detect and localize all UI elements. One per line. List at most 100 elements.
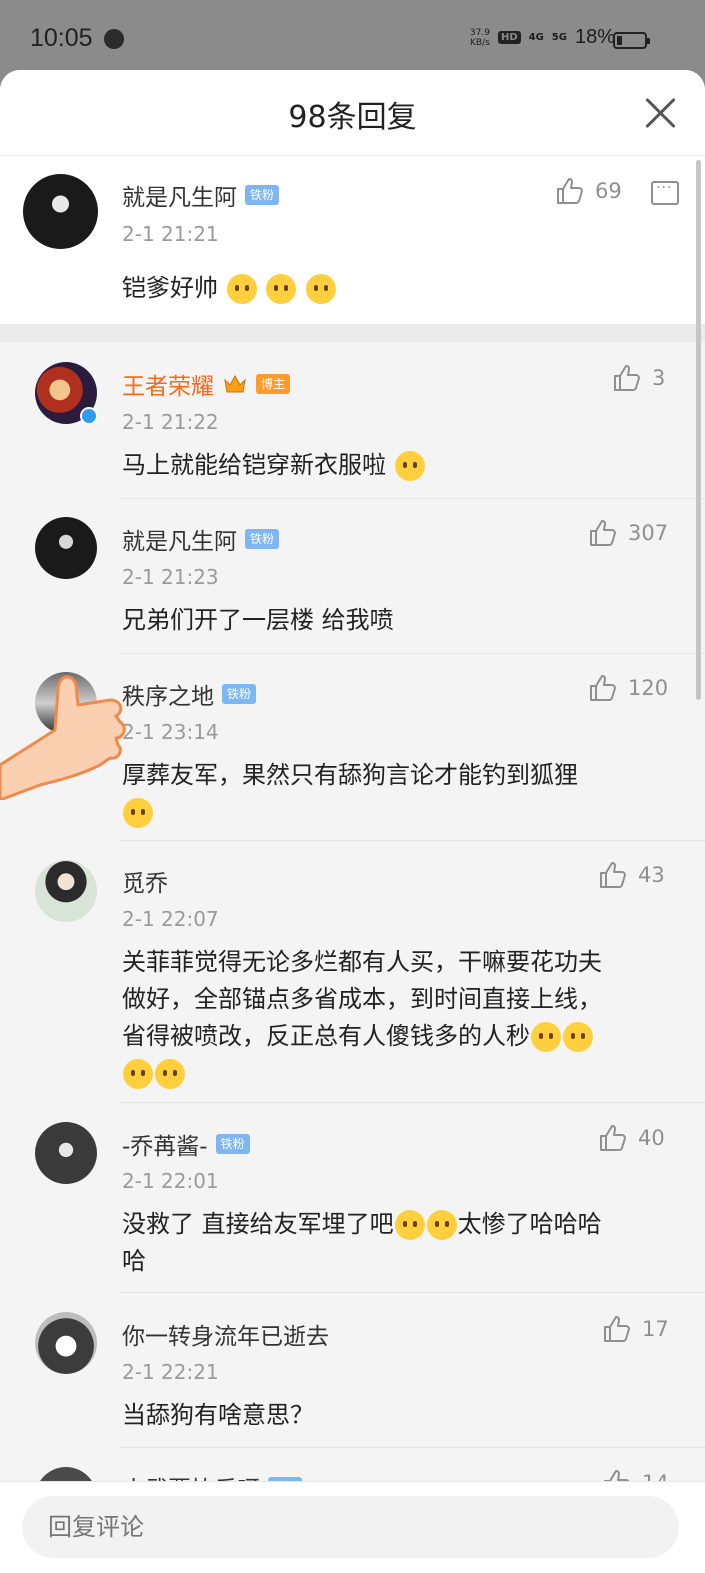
fan-badge: 铁粉: [245, 185, 280, 205]
reply-text-content: 太惨了哈哈哈: [457, 1210, 602, 1238]
like-button[interactable]: 43: [598, 860, 665, 890]
reply-author[interactable]: 秩序之地 铁粉: [122, 677, 257, 711]
reply-text-content: 省得被喷改，反正总有人傻钱多的人秒: [122, 1022, 530, 1050]
like-count: 17: [642, 1317, 669, 1341]
comment-text: 铠爹好帅: [122, 270, 337, 307]
like-count: 120: [628, 676, 669, 700]
author-name[interactable]: 王者荣耀: [122, 367, 214, 401]
reply-text-line: 省得被喷改，反正总有人傻钱多的人秒: [122, 1018, 682, 1055]
status-bar: 10:05 37.9 KB/s HD 4G 5G 18%: [0, 0, 705, 80]
reply-text: 当舔狗有啥意思？: [122, 1401, 314, 1429]
author-name[interactable]: 就是凡生阿: [122, 178, 237, 212]
avatar[interactable]: [23, 174, 98, 249]
reply-author[interactable]: 你一转身流年已逝去: [122, 1317, 329, 1351]
reply-time: 2-1 22:01: [122, 1169, 219, 1193]
emoji-icon: [226, 274, 257, 304]
reply-text: 关菲菲觉得无论多烂都有人买，干嘛要花功夫 做好，全部锚点多省成本，到时间直接上线…: [122, 944, 682, 1092]
battery-icon: [613, 32, 650, 49]
avatar[interactable]: [35, 1122, 97, 1184]
comment-time: 2-1 21:21: [122, 222, 219, 246]
reply-author[interactable]: 就是凡生阿 铁粉: [122, 522, 280, 556]
emoji-icon: [394, 451, 425, 481]
thumb-up-icon: [600, 1125, 626, 1151]
comment-author[interactable]: 就是凡生阿 铁粉: [122, 178, 280, 212]
reply-time: 2-1 21:23: [122, 565, 219, 589]
host-badge: 博主: [256, 374, 291, 394]
like-button[interactable]: 17: [602, 1314, 669, 1344]
avatar[interactable]: [35, 517, 97, 579]
speed-unit: KB/s: [470, 37, 490, 48]
like-button[interactable]: 40: [598, 1123, 665, 1153]
reply-text-content: 马上就能给铠穿新衣服啦: [122, 451, 386, 479]
reply-time: 2-1 22:21: [122, 1360, 219, 1384]
root-comment[interactable]: 就是凡生阿 铁粉 2-1 21:21 铠爹好帅 69: [0, 156, 705, 324]
like-button[interactable]: 120: [588, 673, 668, 703]
like-button[interactable]: 69: [555, 176, 622, 206]
thumb-up-icon: [590, 520, 616, 546]
author-name[interactable]: 就是凡生阿: [122, 522, 237, 556]
like-button[interactable]: 3: [612, 363, 665, 393]
divider: [120, 1292, 705, 1293]
app-notification-icon: [104, 29, 124, 49]
like-count: 40: [638, 1126, 665, 1150]
reply-author[interactable]: -乔苒酱- 铁粉: [122, 1127, 250, 1161]
emoji-icon: [155, 1059, 185, 1089]
verified-icon: [80, 407, 98, 425]
section-divider: [0, 324, 705, 342]
emoji-icon: [394, 1210, 425, 1240]
author-name[interactable]: 觅乔: [122, 864, 168, 898]
like-count: 3: [652, 366, 666, 390]
scrollbar[interactable]: [696, 160, 701, 700]
crown-icon: [224, 374, 246, 393]
emoji-icon: [563, 1022, 593, 1052]
emoji-icon: [305, 274, 336, 304]
divider: [120, 498, 705, 499]
author-name[interactable]: 你一转身流年已逝去: [122, 1317, 329, 1351]
signal-5g-icon: 5G: [551, 32, 567, 43]
thumbs-up-sticker-icon: [0, 675, 126, 800]
emoji-icon: [426, 1210, 457, 1240]
divider: [120, 1102, 705, 1103]
fan-badge: 铁粉: [222, 684, 257, 704]
reply-text-line: 做好，全部锚点多省成本，到时间直接上线，: [122, 985, 602, 1013]
thumb-up-icon: [600, 862, 626, 888]
reply-text: 没救了 直接给友军埋了吧 太惨了哈哈哈 哈: [122, 1206, 682, 1280]
reply-text: 兄弟们开了一层楼 给我喷: [122, 606, 394, 634]
signal-4g-icon: 4G: [528, 32, 544, 43]
emoji-icon: [123, 798, 153, 828]
reply-time: 2-1 23:14: [122, 720, 219, 744]
close-icon[interactable]: [643, 96, 677, 130]
divider: [120, 840, 705, 841]
reply-text-line: 关菲菲觉得无论多烂都有人买，干嘛要花功夫: [122, 948, 602, 976]
reply-input[interactable]: [22, 1496, 679, 1558]
reply-author[interactable]: 觅乔: [122, 864, 168, 898]
author-name[interactable]: 秩序之地: [122, 677, 214, 711]
divider: [120, 1447, 705, 1448]
hd-icon: HD: [497, 31, 521, 44]
author-name[interactable]: -乔苒酱-: [122, 1127, 208, 1161]
sheet-title: 98条回复: [288, 100, 417, 135]
fan-badge: 铁粉: [215, 1134, 250, 1154]
reply-author[interactable]: 王者荣耀 博主: [122, 367, 291, 401]
battery-percent: 18%: [574, 26, 615, 48]
reply-text-content: 厚葬友军，果然只有舔狗言论才能钓到狐狸: [122, 761, 578, 789]
divider: [120, 653, 705, 654]
reply-text: 厚葬友军，果然只有舔狗言论才能钓到狐狸: [122, 757, 682, 831]
thumb-up-icon: [557, 178, 583, 204]
status-indicators: 37.9 KB/s HD 4G 5G 18%: [470, 26, 615, 49]
emoji-icon: [531, 1022, 561, 1052]
reply-bar: [0, 1481, 705, 1573]
reply-time: 2-1 22:07: [122, 907, 219, 931]
comment-text-content: 铠爹好帅: [122, 274, 218, 302]
reply-text-line: 没救了 直接给友军埋了吧 太惨了哈哈哈: [122, 1206, 682, 1243]
emoji-icon: [266, 274, 297, 304]
reply-text-line: 哈: [122, 1247, 146, 1275]
thumb-up-icon: [604, 1316, 630, 1342]
avatar[interactable]: [35, 860, 97, 922]
like-button[interactable]: 307: [588, 518, 668, 548]
avatar[interactable]: [35, 1312, 97, 1374]
message-icon[interactable]: [651, 180, 679, 205]
fan-badge: 铁粉: [245, 529, 280, 549]
like-count: 69: [595, 179, 622, 203]
speed-value: 37.9: [469, 27, 490, 38]
